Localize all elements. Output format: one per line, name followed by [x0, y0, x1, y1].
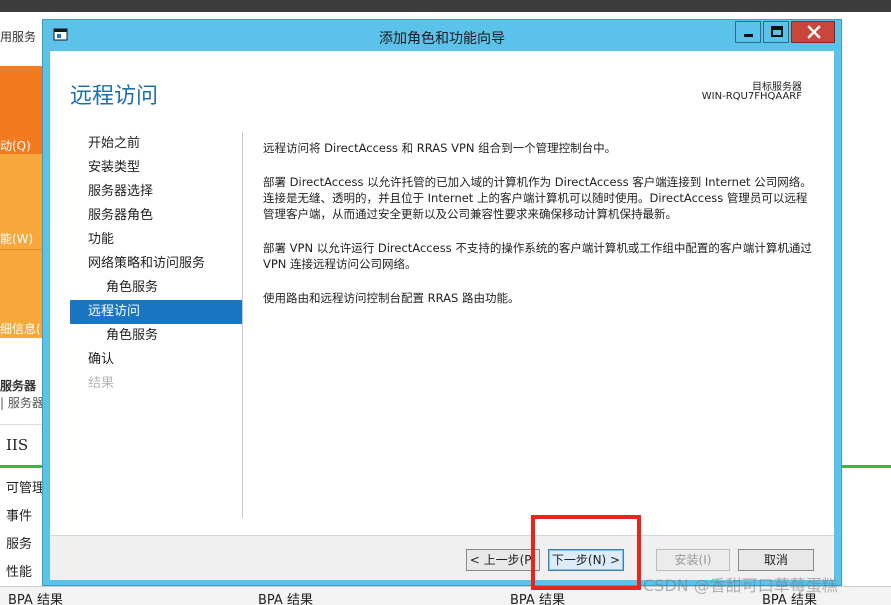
bg-window-title: 用服务	[0, 30, 37, 44]
nav-item-npas-role-services[interactable]: 角色服务	[70, 276, 242, 300]
bg-list-item[interactable]: 性能	[6, 561, 32, 580]
title-bar[interactable]: 添加角色和功能向导	[43, 20, 841, 50]
background-top-bar	[0, 0, 891, 12]
nav-separator	[242, 132, 243, 518]
description-paragraph: 部署 VPN 以允许运行 DirectAccess 不支持的操作系统的客户端计算…	[263, 241, 812, 271]
install-button: 安装(I)	[656, 549, 730, 571]
bg-list-item[interactable]: 服务	[6, 533, 32, 552]
previous-button[interactable]: < 上一步(P)	[466, 549, 540, 571]
nav-item-npas[interactable]: 网络策略和访问服务	[70, 252, 242, 276]
target-server-name: WIN-RQU7FHQAARF	[701, 91, 802, 102]
bg-list-item[interactable]: 可管理	[6, 477, 45, 496]
bg-tile-label-2: 能(W)	[0, 232, 34, 246]
wizard-client-area: 远程访问 目标服务器 WIN-RQU7FHQAARF 开始之前 安装类型 服务器…	[50, 51, 834, 580]
bg-section-title: 服务器	[0, 379, 37, 393]
bg-bpa-label[interactable]: BPA 结果	[510, 589, 565, 605]
bg-iis-heading: IIS	[6, 436, 29, 454]
bg-panel-edge	[840, 424, 891, 465]
minimize-button[interactable]	[735, 21, 761, 43]
nav-item-results: 结果	[88, 376, 115, 391]
page-title: 远程访问	[70, 84, 159, 109]
bg-bpa-label[interactable]: BPA 结果	[8, 589, 63, 605]
description-content: 远程访问将 DirectAccess 和 RRAS VPN 组合到一个管理控制台…	[263, 140, 815, 324]
bg-tile-divider	[0, 249, 42, 250]
bg-bpa-label[interactable]: BPA 结果	[258, 589, 313, 605]
description-paragraph: 部署 DirectAccess 以允许托管的已加入域的计算机作为 DirectA…	[263, 175, 812, 221]
nav-item-ra-role-services[interactable]: 角色服务	[70, 324, 242, 348]
nav-item-server-selection[interactable]: 服务器选择	[70, 180, 242, 204]
description-paragraph: 远程访问将 DirectAccess 和 RRAS VPN 组合到一个管理控制台…	[263, 141, 617, 155]
nav-item-server-roles[interactable]: 服务器角色	[70, 204, 242, 228]
nav-item-confirmation[interactable]: 确认	[70, 348, 242, 372]
bg-tile-label-1: 动(Q)	[0, 139, 31, 153]
nav-item-remote-access[interactable]: 远程访问	[70, 300, 242, 324]
cancel-button[interactable]: 取消	[738, 549, 814, 571]
nav-item-features[interactable]: 功能	[70, 228, 242, 252]
close-icon	[807, 25, 821, 39]
watermark-text: CSDN @香甜可口草莓蛋糕	[643, 576, 838, 595]
red-highlight-box	[531, 515, 641, 590]
bg-list-item[interactable]: 事件	[6, 505, 32, 524]
nav-item-installation-type[interactable]: 安装类型	[70, 156, 242, 180]
maximize-button[interactable]	[763, 21, 789, 43]
maximize-icon	[771, 26, 783, 37]
nav-item-before-you-begin[interactable]: 开始之前	[70, 132, 242, 156]
close-button[interactable]	[791, 21, 835, 43]
wizard-dialog: 添加角色和功能向导 远程访问 目标服务器 WIN-RQU7FHQAARF 开始之…	[42, 19, 842, 586]
minimize-icon	[744, 34, 753, 37]
dialog-title: 添加角色和功能向导	[379, 31, 505, 47]
bg-section-subtitle: | 服务器	[0, 396, 44, 410]
bg-tile-label-3: 细信息(	[0, 322, 41, 336]
description-paragraph: 使用路由和远程访问控制台配置 RRAS 路由功能。	[263, 291, 520, 305]
wizard-nav: 开始之前 安装类型 服务器选择 服务器角色 功能 网络策略和访问服务 角色服务 …	[70, 132, 242, 396]
